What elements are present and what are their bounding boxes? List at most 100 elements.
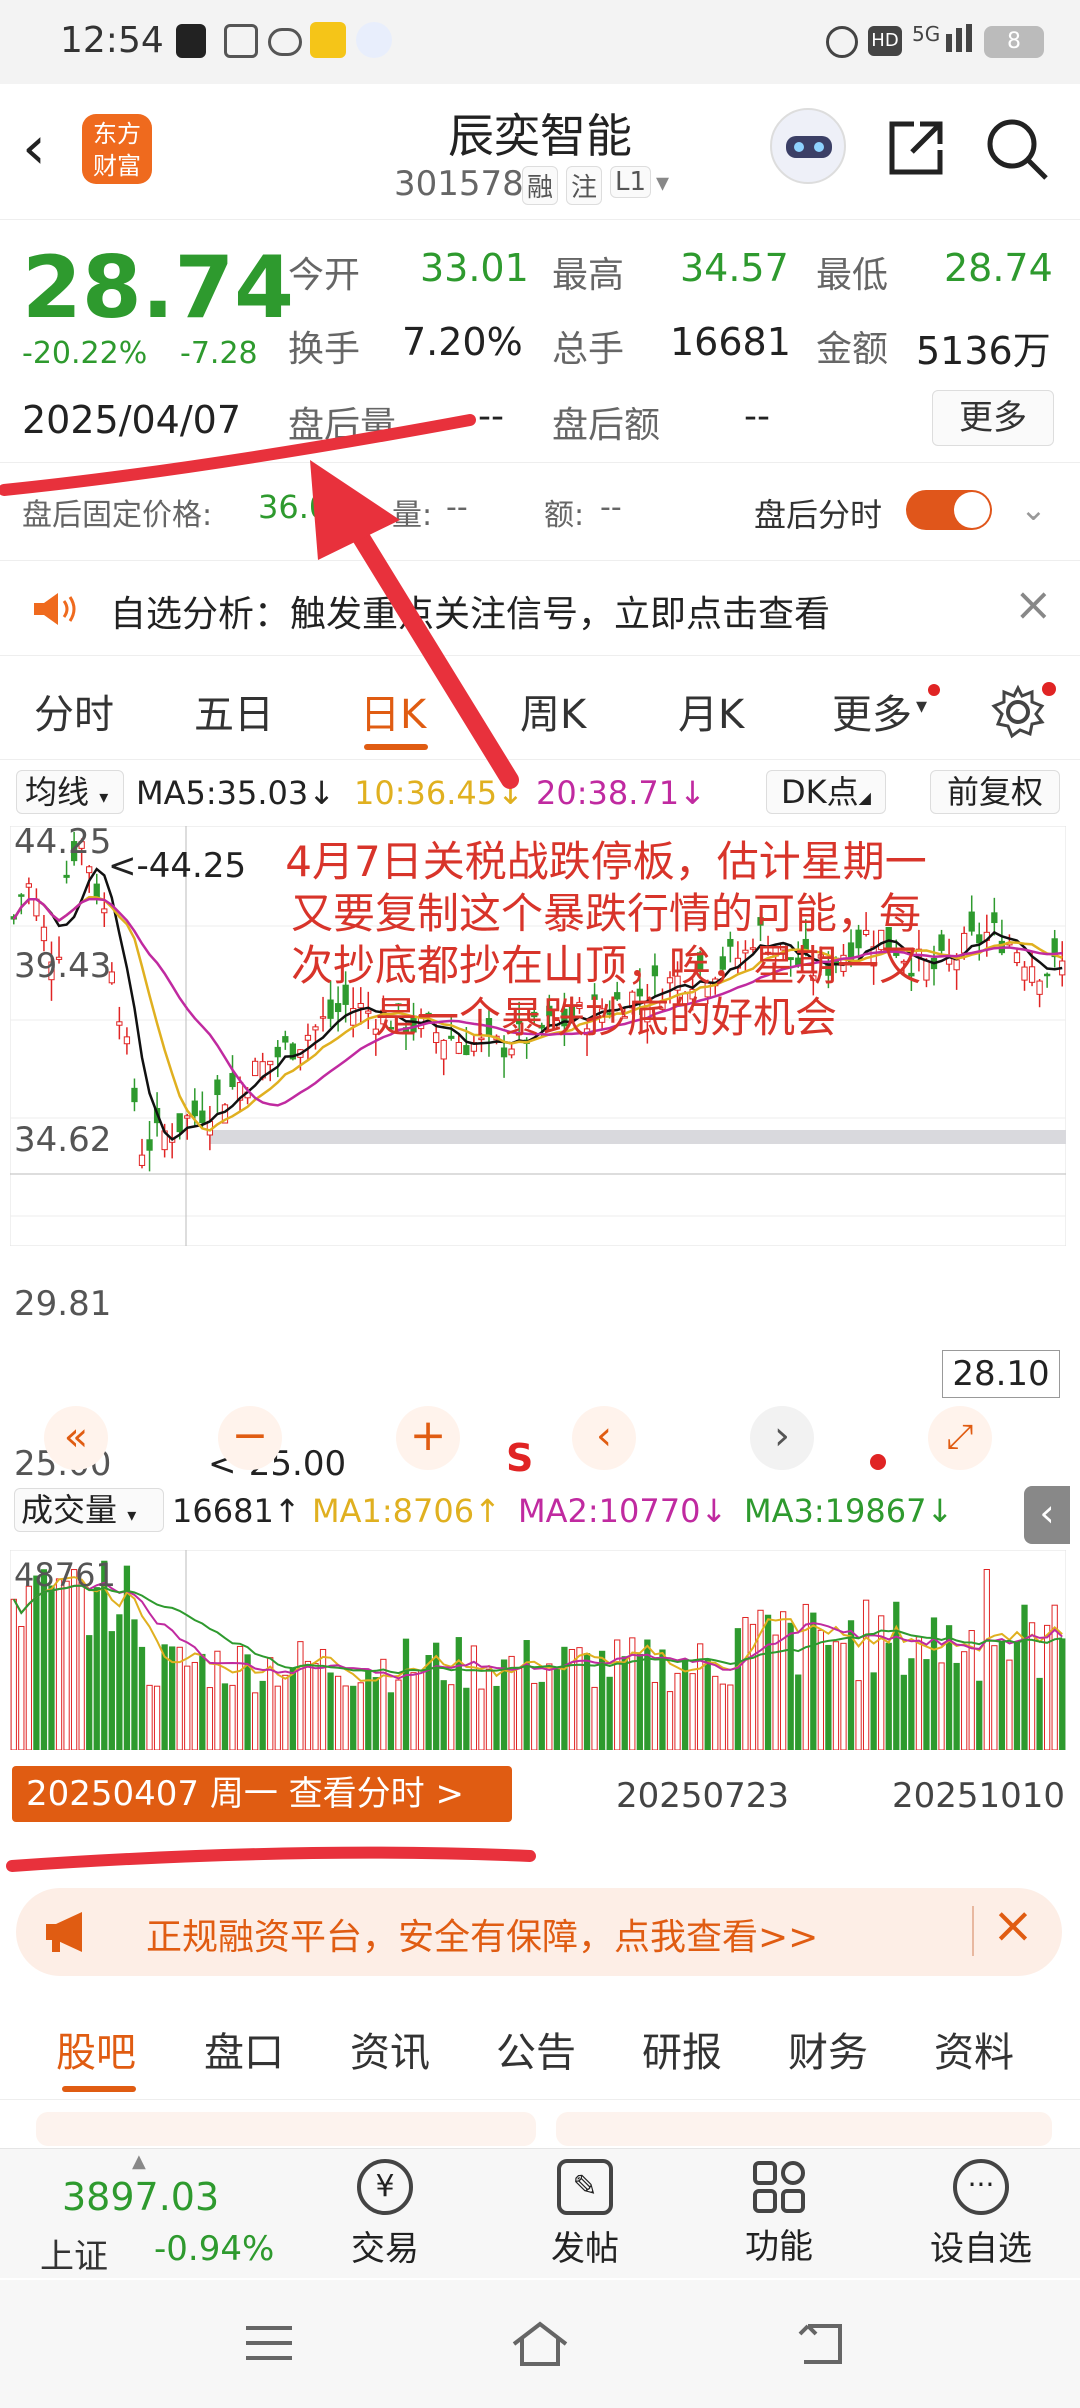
volume-bar xyxy=(621,1656,628,1750)
ma-selector[interactable]: 均线 ▾ xyxy=(16,770,124,814)
x-date-label: 20251010 xyxy=(892,1776,1066,1816)
home-icon[interactable] xyxy=(508,2318,572,2370)
volume-bar xyxy=(840,1642,847,1750)
volume-bar xyxy=(410,1672,417,1750)
chevron-down-icon[interactable]: ⌄ xyxy=(1020,490,1047,528)
tab-monthly-k[interactable]: 月K xyxy=(678,682,744,740)
zoom-in-icon[interactable]: + xyxy=(396,1406,460,1470)
volume-bar xyxy=(455,1637,462,1750)
volume-bar xyxy=(998,1642,1006,1750)
annotation-line: 4月7日关税战跌停板，估计星期一 xyxy=(285,837,927,886)
signal-icon xyxy=(946,34,952,52)
tab-weekly-k[interactable]: 周K xyxy=(520,682,586,740)
candle-body xyxy=(25,883,32,888)
collapse-panel-icon[interactable]: ‹ xyxy=(1024,1486,1070,1544)
fullscreen-icon[interactable]: ⤢ xyxy=(928,1406,992,1470)
volume-bar xyxy=(229,1684,236,1750)
volume-bar xyxy=(493,1685,500,1750)
red-dot xyxy=(1042,682,1056,696)
chevron-down-icon[interactable]: ▾ xyxy=(656,168,669,198)
tab-more[interactable]: 更多 xyxy=(832,682,912,740)
candle-body xyxy=(463,1045,470,1056)
volume-bar xyxy=(334,1675,342,1750)
high-label: 最高 xyxy=(552,255,625,296)
candle-body xyxy=(214,1079,221,1096)
after-timeshare-toggle[interactable] xyxy=(906,490,992,530)
search-icon[interactable] xyxy=(984,116,1050,182)
active-tab-indicator xyxy=(364,744,428,750)
volume-bar xyxy=(448,1684,455,1750)
add-watchlist-button[interactable]: ··· 设自选 xyxy=(916,2159,1046,2275)
tab-handicap[interactable]: 盘口 xyxy=(204,2020,284,2078)
trade-button[interactable]: ¥ 交易 xyxy=(330,2159,440,2275)
tab-profile[interactable]: 资料 xyxy=(934,2020,1014,2078)
menu-icon[interactable] xyxy=(246,2326,292,2360)
adjust-button[interactable]: 前复权 xyxy=(930,770,1060,814)
volume-bar xyxy=(976,1680,983,1750)
zoom-left-icon[interactable]: « xyxy=(44,1406,108,1470)
volume-bar xyxy=(862,1599,870,1750)
after-volume-value: -- xyxy=(478,396,504,437)
close-icon[interactable]: × xyxy=(1014,577,1053,631)
post-button[interactable]: ✎ 发帖 xyxy=(530,2159,640,2275)
volume-bar xyxy=(681,1659,689,1750)
volume-bar xyxy=(915,1636,923,1750)
gear-icon[interactable] xyxy=(990,684,1046,740)
volume-bar xyxy=(1013,1642,1021,1750)
annotation-line: 次抄底都抄在山顶，唉，星期一又 xyxy=(290,941,921,990)
volume-bar xyxy=(485,1668,493,1750)
move-left-icon[interactable]: ‹ xyxy=(572,1406,636,1470)
analysis-notice[interactable]: 自选分析：触发重点关注信号，立即点击查看 × xyxy=(0,560,1080,656)
volume-bar xyxy=(1044,1624,1051,1750)
volume-indicator-selector[interactable]: 成交量 ▾ xyxy=(14,1488,164,1532)
user-annotation: 4月7日关税战跌停板，估计星期一 又要复制这个暴跌行情的可能，每 次抄底都抄在山… xyxy=(206,836,1006,1044)
volume-bar xyxy=(395,1679,402,1750)
tab-finance[interactable]: 财务 xyxy=(788,2020,868,2078)
volume-bar xyxy=(795,1674,802,1750)
volume-bar xyxy=(402,1638,410,1750)
volume-bar xyxy=(108,1631,115,1750)
function-button[interactable]: 功能 xyxy=(724,2159,834,2275)
tab-daily-k[interactable]: 日K xyxy=(360,682,426,740)
promo-banner[interactable]: 正规融资平台，安全有保障，点我查看>> × xyxy=(16,1888,1062,1976)
close-icon[interactable]: × xyxy=(992,1896,1034,1954)
system-nav-bar xyxy=(0,2280,1080,2408)
tab-five-day[interactable]: 五日 xyxy=(194,682,274,740)
index-ticker[interactable]: ▲ 3897.03 上证 -0.94% xyxy=(0,2149,300,2279)
volume-bar xyxy=(221,1683,229,1750)
robot-avatar[interactable] xyxy=(770,108,846,184)
move-right-icon[interactable]: › xyxy=(750,1406,814,1470)
tab-research[interactable]: 研报 xyxy=(642,2020,722,2078)
stock-code: 301578 xyxy=(394,164,524,204)
candle-body xyxy=(101,908,108,914)
volume-bar xyxy=(267,1657,274,1750)
change-value: -7.28 xyxy=(180,336,258,371)
volume-bar xyxy=(25,1585,32,1750)
volume-bar xyxy=(70,1569,78,1750)
volume-bar xyxy=(259,1680,266,1750)
speaker-icon xyxy=(34,593,76,625)
tab-guba[interactable]: 股吧 xyxy=(56,2020,136,2078)
volume-bar xyxy=(636,1653,643,1750)
tab-news[interactable]: 资讯 xyxy=(350,2020,430,2078)
open-label: 今开 xyxy=(288,255,361,296)
volume-bar xyxy=(817,1629,824,1750)
battery-icon: 8 xyxy=(984,26,1044,58)
y-tick-label: 29.81 xyxy=(14,1284,112,1324)
share-icon[interactable] xyxy=(884,116,948,180)
tab-announcements[interactable]: 公告 xyxy=(496,2020,576,2078)
tab-timeshare[interactable]: 分时 xyxy=(34,682,114,740)
volume-chart[interactable] xyxy=(10,1550,1066,1750)
y-tick-label: 39.43 xyxy=(14,946,112,986)
volume-bar xyxy=(938,1662,945,1750)
annotation-line: 是一个暴跌抄底的好机会 xyxy=(374,993,837,1042)
view-timeshare-banner[interactable]: 20250407 周一 查看分时 > xyxy=(12,1766,512,1822)
zoom-out-icon[interactable]: − xyxy=(218,1406,282,1470)
back-nav-icon[interactable] xyxy=(794,2320,848,2368)
more-button[interactable]: 更多 xyxy=(932,390,1054,446)
dk-point-button[interactable]: DK点◢ xyxy=(766,770,886,814)
volume-bar xyxy=(855,1680,862,1750)
volume-bar xyxy=(199,1653,206,1750)
vol-ma1: MA1:8706↑ xyxy=(312,1492,501,1530)
volume-bar xyxy=(161,1644,168,1750)
